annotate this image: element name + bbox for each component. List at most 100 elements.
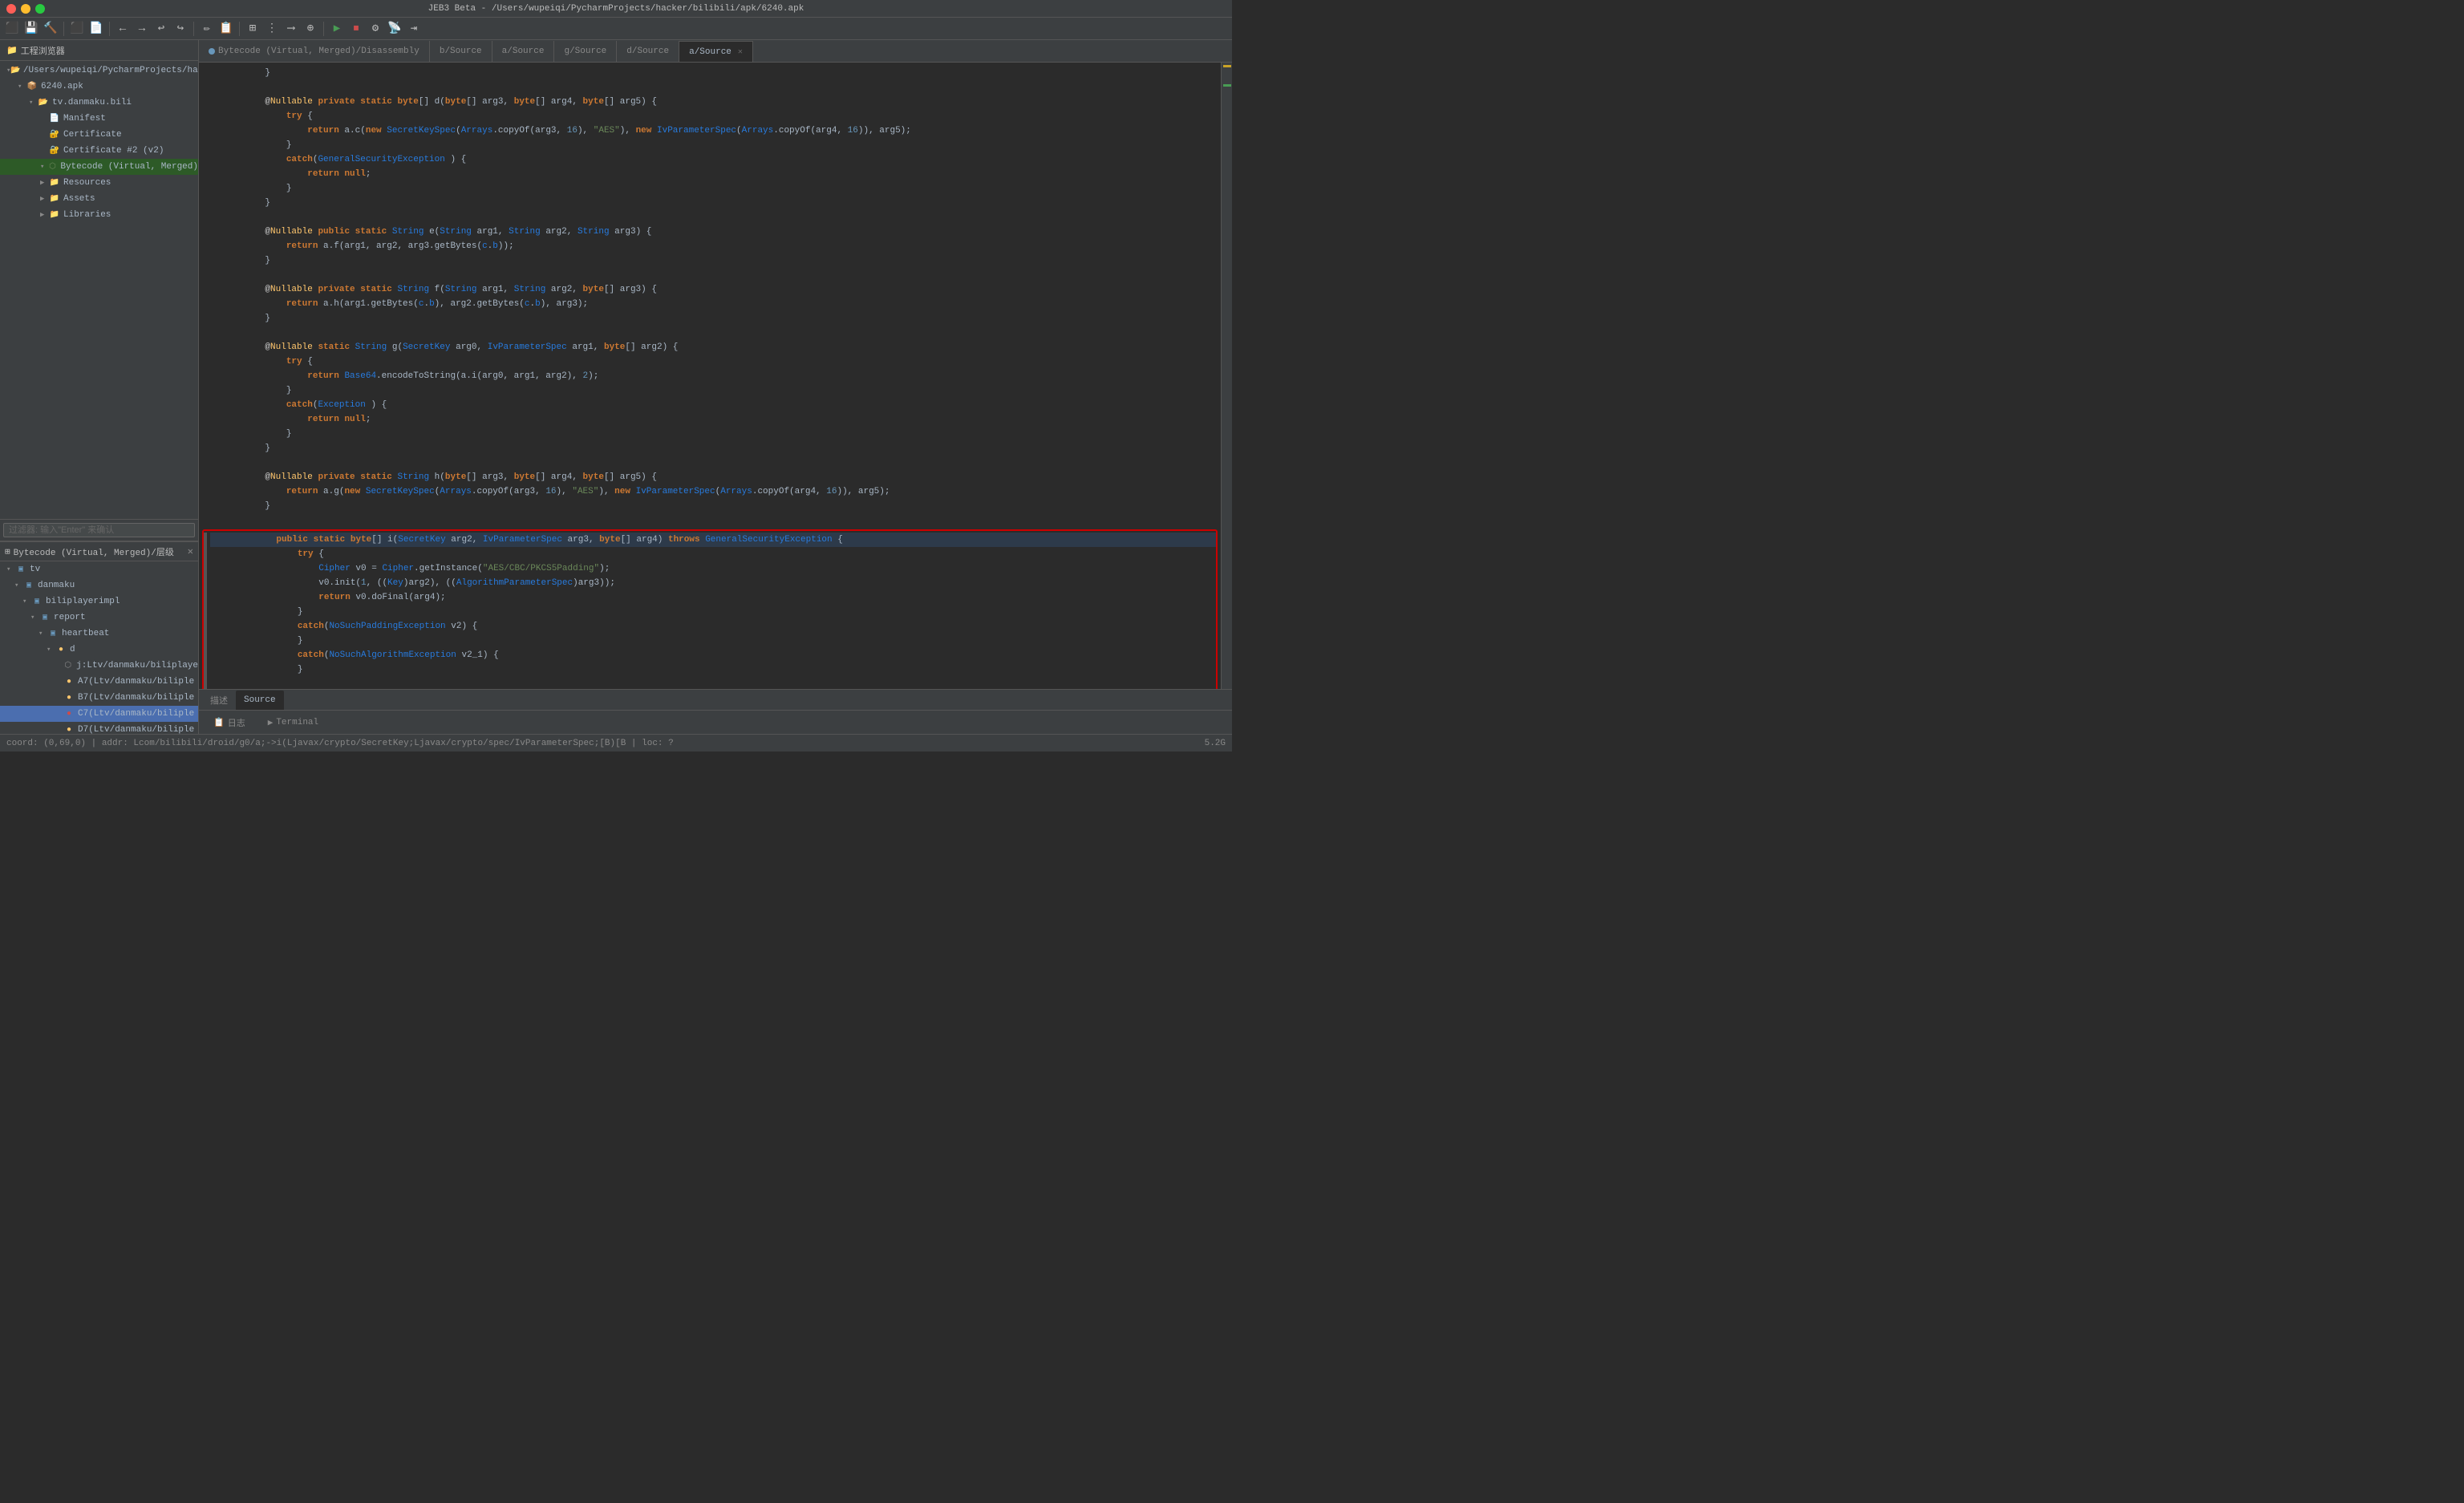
main-layout: 📁 工程浏览器 ▾ 📂 /Users/wupeiqi/PycharmProjec… xyxy=(0,40,1232,734)
resources-icon: 📁 xyxy=(48,176,61,189)
tree-arrow: ▾ xyxy=(29,99,37,107)
toolbar-icon-flow[interactable]: ⟶ xyxy=(282,20,300,38)
minimize-button[interactable] xyxy=(21,4,30,14)
libraries-icon: 📁 xyxy=(48,209,61,221)
toolbar: ⬛ 💾 🔨 ⬛ 📄 ← → ↩ ↪ ✏ 📋 ⊞ ⋮ ⟶ ⊕ ▶ ⏹ ⚙ 📡 ⇥ xyxy=(0,18,1232,40)
tab-d-source[interactable]: d/Source xyxy=(617,41,679,62)
tree-item-apk[interactable]: ▾ 📦 6240.apk xyxy=(0,79,198,95)
toolbar-icon-script[interactable]: 📄 xyxy=(87,20,105,38)
toolbar-sep-4 xyxy=(239,22,240,36)
tree-arrow: ▶ xyxy=(40,195,48,203)
tab-source-label: Source xyxy=(244,695,276,705)
code-line xyxy=(199,80,1221,95)
htree-label: C7(Ltv/danmaku/biliple xyxy=(78,709,194,719)
tab-b-source[interactable]: b/Source xyxy=(430,41,492,62)
title-bar: JEB3 Beta - /Users/wupeiqi/PycharmProjec… xyxy=(0,0,1232,18)
toolbar-icon-debug[interactable]: ⚙ xyxy=(367,20,384,38)
code-line-i-method: public static byte[] i(SecretKey arg2, I… xyxy=(210,533,1216,547)
toolbar-icon-forward[interactable]: → xyxy=(133,20,151,38)
toolbar-icon-redo[interactable]: ↪ xyxy=(172,20,189,38)
tree-item-resources[interactable]: ▶ 📁 Resources xyxy=(0,175,198,191)
htree-j[interactable]: ▶ ⬡ j:Ltv/danmaku/biliplaye xyxy=(0,658,198,674)
htree-label: A7(Ltv/danmaku/biliple xyxy=(78,677,194,687)
tree-item-assets[interactable]: ▶ 📁 Assets xyxy=(0,191,198,207)
tree-label: tv.danmaku.bili xyxy=(52,98,132,107)
code-line-f-method: @Nullable private static String f(String… xyxy=(199,282,1221,297)
tree-item-certificate[interactable]: ▶ 🔐 Certificate xyxy=(0,127,198,143)
code-line: } xyxy=(199,181,1221,196)
htree-label: heartbeat xyxy=(62,629,109,638)
code-editor-wrapper: } @Nullable private static byte[] d(byte… xyxy=(199,63,1232,689)
tab-a-source-active[interactable]: a/Source ✕ xyxy=(679,41,753,62)
toolbar-icon-nodes[interactable]: ⋮ xyxy=(263,20,281,38)
toolbar-sep-3 xyxy=(193,22,194,36)
toolbar-icon-back[interactable]: ← xyxy=(114,20,132,38)
htree-a7[interactable]: ▶ ● A7(Ltv/danmaku/biliple xyxy=(0,674,198,690)
toolbar-icon-grid[interactable]: ⊞ xyxy=(244,20,261,38)
toolbar-icon-step[interactable]: ⇥ xyxy=(405,20,423,38)
toolbar-icon-build[interactable]: 🔨 xyxy=(42,20,59,38)
console-tab-log[interactable]: 📋 日志 xyxy=(205,712,253,733)
code-line-return-h: return a.g(new SecretKeySpec(Arrays.copy… xyxy=(199,484,1221,499)
htree-d[interactable]: ▾ ● d xyxy=(0,642,198,658)
terminal-icon: ▶ xyxy=(268,717,274,728)
htree-label: B7(Ltv/danmaku/biliple xyxy=(78,693,194,703)
status-right: 5.2G xyxy=(1205,739,1226,748)
htree-heartbeat[interactable]: ▾ ▣ heartbeat xyxy=(0,626,198,642)
tree-item-manifest[interactable]: ▶ 📄 Manifest xyxy=(0,111,198,127)
code-line-g-method: @Nullable static String g(SecretKey arg0… xyxy=(199,340,1221,354)
code-line-return-f: return a.h(arg1.getBytes(c.b), arg2.getB… xyxy=(199,297,1221,311)
status-left: coord: (0,69,0) | addr: Lcom/bilibili/dr… xyxy=(6,739,674,748)
code-line: } xyxy=(210,662,1216,677)
tab-source[interactable]: Source xyxy=(236,691,284,710)
toolbar-icon-run[interactable]: ▶ xyxy=(328,20,346,38)
toolbar-icon-save[interactable]: 💾 xyxy=(22,20,40,38)
tree-item-libraries[interactable]: ▶ 📁 Libraries xyxy=(0,207,198,223)
tab-label: b/Source xyxy=(440,47,482,56)
hierarchy-close[interactable]: ✕ xyxy=(188,545,193,557)
tab-a-source-1[interactable]: a/Source xyxy=(492,41,555,62)
toolbar-icon-new[interactable]: ⬛ xyxy=(3,20,21,38)
close-button[interactable] xyxy=(6,4,16,14)
filter-input[interactable] xyxy=(3,523,195,537)
tab-disassembly[interactable]: Bytecode (Virtual, Merged)/Disassembly xyxy=(199,41,430,62)
tab-label: Bytecode (Virtual, Merged)/Disassembly xyxy=(218,47,419,56)
tree-item-certificate2[interactable]: ▶ 🔐 Certificate #2 (v2) xyxy=(0,143,198,159)
tab-g-source[interactable]: g/Source xyxy=(554,41,617,62)
htree-report[interactable]: ▾ ▣ report xyxy=(0,610,198,626)
hierarchy-panel: ⊞ Bytecode (Virtual, Merged)/层级 ✕ ▾ ▣ tv… xyxy=(0,541,198,734)
toolbar-icon-target[interactable]: ⬛ xyxy=(68,20,86,38)
tree-label: Libraries xyxy=(63,210,111,220)
left-panel: 📁 工程浏览器 ▾ 📂 /Users/wupeiqi/PycharmProjec… xyxy=(0,40,199,734)
gutter-mark-yellow xyxy=(1223,65,1231,67)
code-line-return-d: return a.c(new SecretKeySpec(Arrays.copy… xyxy=(199,124,1221,138)
tree-label: Assets xyxy=(63,194,95,204)
toolbar-icon-method[interactable]: ⊕ xyxy=(302,20,319,38)
hierarchy-label: Bytecode (Virtual, Merged)/层级 xyxy=(14,545,174,558)
toolbar-icon-attach[interactable]: 📡 xyxy=(386,20,403,38)
htree-b7[interactable]: ▶ ● B7(Ltv/danmaku/biliple xyxy=(0,690,198,706)
tree-item-bytecode[interactable]: ▾ ⬡ Bytecode (Virtual, Merged) xyxy=(0,159,198,175)
tab-describe[interactable]: 描述 xyxy=(202,691,236,710)
fullscreen-button[interactable] xyxy=(35,4,45,14)
htree-icon: ● xyxy=(63,675,75,688)
tree-label: Bytecode (Virtual, Merged) xyxy=(60,162,198,172)
code-line-return-null1: return null; xyxy=(199,167,1221,181)
htree-c7[interactable]: ▶ ● C7(Ltv/danmaku/biliple xyxy=(0,706,198,722)
toolbar-icon-stop[interactable]: ⏹ xyxy=(347,20,365,38)
code-line-catch-exception: catch(Exception ) { xyxy=(199,398,1221,412)
htree-biliplayerimpl[interactable]: ▾ ▣ biliplayerimpl xyxy=(0,594,198,610)
code-scroll-area[interactable]: } @Nullable private static byte[] d(byte… xyxy=(199,63,1221,689)
tree-item-root[interactable]: ▾ 📂 /Users/wupeiqi/PycharmProjects/hacke… xyxy=(0,63,198,79)
manifest-icon: 📄 xyxy=(48,112,61,125)
tree-item-danmaku[interactable]: ▾ 📂 tv.danmaku.bili xyxy=(0,95,198,111)
code-editor: } @Nullable private static byte[] d(byte… xyxy=(199,63,1221,689)
toolbar-icon-copy[interactable]: 📋 xyxy=(217,20,235,38)
tab-close-icon[interactable]: ✕ xyxy=(738,47,743,57)
toolbar-icon-undo[interactable]: ↩ xyxy=(152,20,170,38)
htree-danmaku[interactable]: ▾ ▣ danmaku xyxy=(0,577,198,594)
console-tab-terminal[interactable]: ▶ Terminal xyxy=(260,712,326,733)
toolbar-icon-edit[interactable]: ✏ xyxy=(198,20,216,38)
htree-d7[interactable]: ▶ ● D7(Ltv/danmaku/biliple xyxy=(0,722,198,734)
htree-tv[interactable]: ▾ ▣ tv xyxy=(0,561,198,577)
